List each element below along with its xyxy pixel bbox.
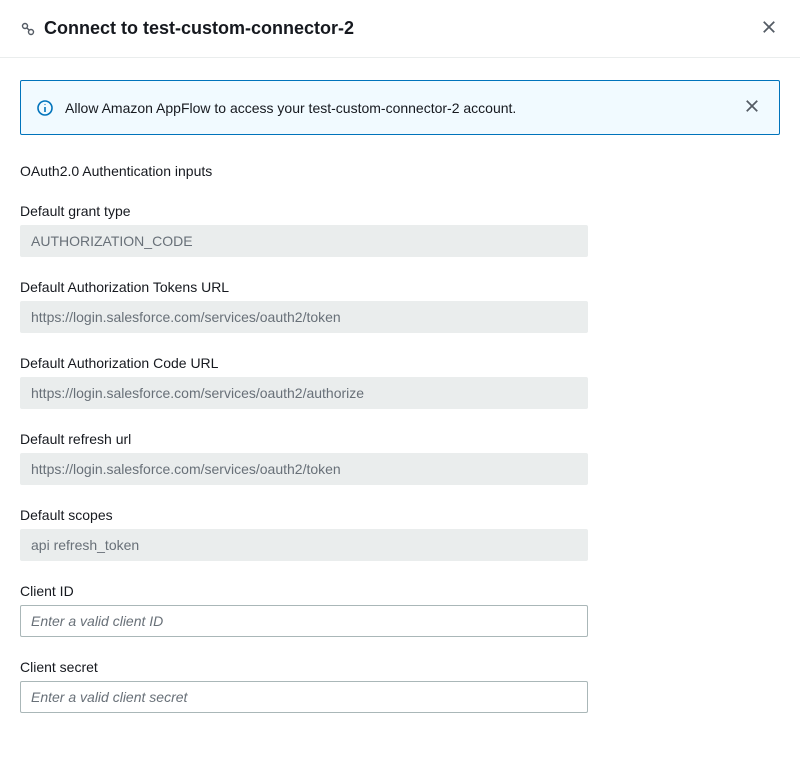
label-tokens-url: Default Authorization Tokens URL — [20, 279, 588, 295]
alert-dismiss-button[interactable] — [741, 95, 763, 120]
input-tokens-url — [20, 301, 588, 333]
field-code-url: Default Authorization Code URL — [20, 355, 588, 409]
field-grant-type: Default grant type — [20, 203, 588, 257]
field-refresh-url: Default refresh url — [20, 431, 588, 485]
input-grant-type — [20, 225, 588, 257]
alert-message: Allow Amazon AppFlow to access your test… — [65, 100, 516, 116]
close-icon — [762, 20, 776, 37]
input-client-id[interactable] — [20, 605, 588, 637]
input-code-url — [20, 377, 588, 409]
label-client-id: Client ID — [20, 583, 588, 599]
label-grant-type: Default grant type — [20, 203, 588, 219]
input-scopes — [20, 529, 588, 561]
header-left: Connect to test-custom-connector-2 — [20, 18, 354, 39]
label-scopes: Default scopes — [20, 507, 588, 523]
dialog-header: Connect to test-custom-connector-2 — [0, 0, 800, 58]
info-icon — [37, 100, 53, 116]
field-scopes: Default scopes — [20, 507, 588, 561]
dialog-title: Connect to test-custom-connector-2 — [44, 18, 354, 39]
info-alert: Allow Amazon AppFlow to access your test… — [20, 80, 780, 135]
section-title: OAuth2.0 Authentication inputs — [20, 163, 780, 179]
close-button[interactable] — [758, 16, 780, 41]
label-code-url: Default Authorization Code URL — [20, 355, 588, 371]
field-client-secret: Client secret — [20, 659, 588, 713]
alert-left: Allow Amazon AppFlow to access your test… — [37, 100, 516, 116]
field-client-id: Client ID — [20, 583, 588, 637]
label-refresh-url: Default refresh url — [20, 431, 588, 447]
input-refresh-url — [20, 453, 588, 485]
close-icon — [745, 99, 759, 116]
input-client-secret[interactable] — [20, 681, 588, 713]
field-tokens-url: Default Authorization Tokens URL — [20, 279, 588, 333]
connector-icon — [20, 21, 36, 37]
dialog-content: Allow Amazon AppFlow to access your test… — [0, 58, 800, 757]
label-client-secret: Client secret — [20, 659, 588, 675]
